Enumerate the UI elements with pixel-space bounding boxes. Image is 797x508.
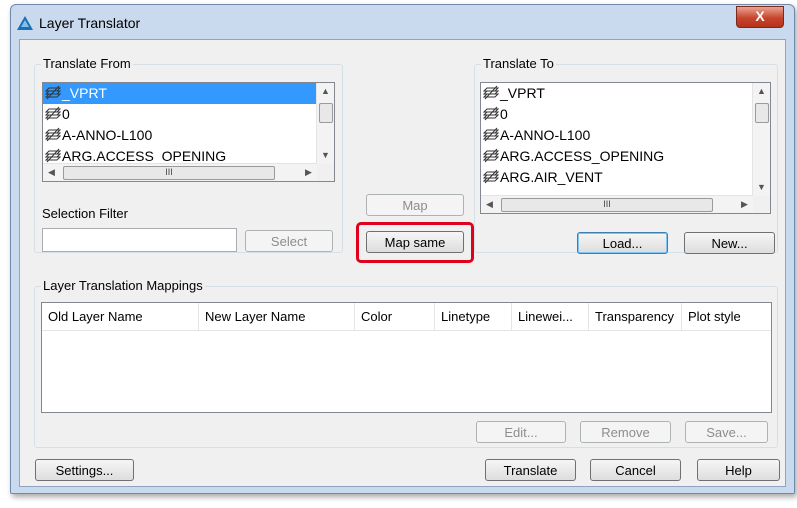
remove-button[interactable]: Remove [580,421,671,443]
layer-stack-icon [44,148,62,163]
translate-button[interactable]: Translate [485,459,576,481]
translate-to-label: Translate To [481,56,556,71]
column-header[interactable]: Transparency [589,303,682,330]
settings-button[interactable]: Settings... [35,459,134,481]
new-button[interactable]: New... [684,232,775,254]
layer-stack-icon [482,85,500,100]
title-bar[interactable]: Layer Translator X [11,5,794,39]
scroll-thumb[interactable]: III [501,198,713,212]
cancel-button[interactable]: Cancel [590,459,681,481]
help-button[interactable]: Help [697,459,780,481]
column-header[interactable]: Plot style [682,303,771,330]
translate-from-list[interactable]: _VPRT 0 A-ANNO-L100 ARG.ACCESS_OPENING ▲ ▼ … [42,82,335,182]
scroll-up-icon[interactable]: ▲ [753,83,770,100]
dialog-body: Translate From _VPRT 0 A-ANNO-L100 ARG.ACCE… [19,39,786,487]
column-header[interactable]: Linewei... [512,303,589,330]
layer-stack-icon [482,106,500,121]
layer-stack-icon [482,127,500,142]
mappings-header-row: Old Layer Name New Layer Name Color Line… [42,303,771,331]
scroll-down-icon[interactable]: ▼ [753,179,770,196]
map-button[interactable]: Map [366,194,464,216]
layer-list-item[interactable]: ARG.ACCESS_OPENING [481,146,770,167]
layer-name: ARG.ACCESS_OPENING [62,148,227,164]
column-header[interactable]: Old Layer Name [42,303,199,330]
layer-stack-icon [44,85,62,100]
layer-stack-icon [482,169,500,184]
window-title: Layer Translator [39,15,141,31]
translate-from-hscrollbar[interactable]: ◀ III ▶ [43,163,317,181]
load-button[interactable]: Load... [577,232,668,254]
mappings-label: Layer Translation Mappings [41,278,205,293]
scroll-thumb[interactable] [755,103,769,123]
column-header[interactable]: New Layer Name [199,303,355,330]
layer-list-item[interactable]: ARG.AIR_VENT [481,167,770,188]
scroll-left-icon[interactable]: ◀ [481,196,498,213]
layer-list-item[interactable]: _VPRT [481,83,770,104]
highlight-annotation [356,222,474,263]
scroll-right-icon[interactable]: ▶ [736,196,753,213]
scroll-corner [753,196,770,213]
layer-stack-icon [44,106,62,121]
layer-name: _VPRT [62,85,107,101]
layer-name: A-ANNO-L100 [62,127,153,143]
layer-name: ARG.AIR_VENT [500,169,603,185]
column-header[interactable]: Linetype [435,303,512,330]
translate-from-vscrollbar[interactable]: ▲ ▼ [316,83,334,164]
layer-name: ARG.ACCESS_OPENING [500,148,665,164]
scroll-thumb[interactable]: III [63,166,275,180]
layer-list-item[interactable]: 0 [481,104,770,125]
layer-list-item[interactable]: A-ANNO-L100 [481,125,770,146]
close-button[interactable]: X [736,6,784,28]
layer-name: 0 [62,106,70,122]
translate-to-hscrollbar[interactable]: ◀ III ▶ [481,195,753,213]
scroll-thumb[interactable] [319,103,333,123]
layer-translator-window: Layer Translator X Translate From _VPRT 0… [10,4,795,494]
autocad-logo-icon [17,16,33,30]
layer-list-item[interactable]: 0 [43,104,334,125]
selection-filter-label: Selection Filter [42,206,128,221]
scroll-right-icon[interactable]: ▶ [300,164,317,181]
translate-to-vscrollbar[interactable]: ▲ ▼ [752,83,770,196]
save-button[interactable]: Save... [685,421,768,443]
column-header[interactable]: Color [355,303,435,330]
mappings-table[interactable]: Old Layer Name New Layer Name Color Line… [41,302,772,413]
scroll-corner [317,164,334,181]
edit-button[interactable]: Edit... [476,421,566,443]
layer-stack-icon [44,127,62,142]
layer-list-item[interactable]: A-ANNO-L100 [43,125,334,146]
layer-stack-icon [482,148,500,163]
close-icon: X [755,8,765,24]
translate-from-label: Translate From [41,56,133,71]
layer-list-item[interactable]: _VPRT [43,83,334,104]
scroll-left-icon[interactable]: ◀ [43,164,60,181]
layer-name: 0 [500,106,508,122]
scroll-up-icon[interactable]: ▲ [317,83,334,100]
layer-name: _VPRT [500,85,545,101]
layer-name: A-ANNO-L100 [500,127,591,143]
selection-filter-input[interactable] [42,228,237,252]
select-button[interactable]: Select [245,230,333,252]
translate-to-list[interactable]: _VPRT 0 A-ANNO-L100 ARG.ACCESS_OPENING ARG.A… [480,82,771,214]
scroll-down-icon[interactable]: ▼ [317,147,334,164]
